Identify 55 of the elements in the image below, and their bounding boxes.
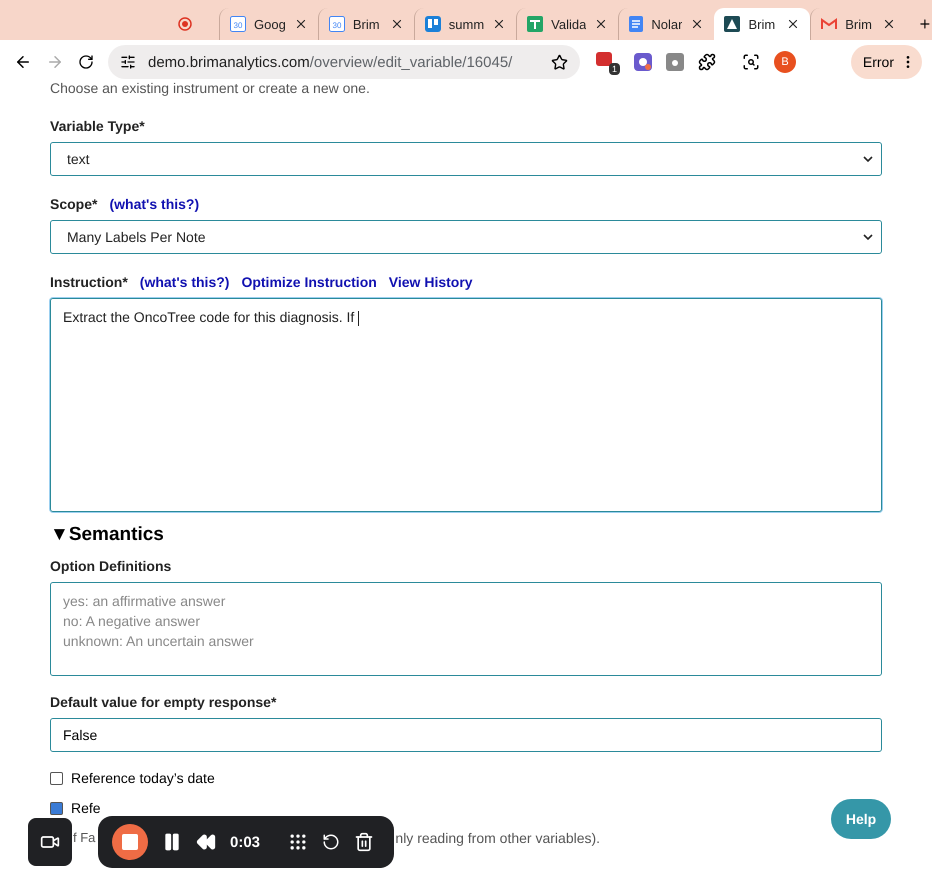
- stop-icon: [122, 834, 138, 850]
- extensions-icon[interactable]: [698, 53, 716, 71]
- note-text: f Fa: [73, 830, 96, 846]
- scope-select[interactable]: Many Labels Per Note: [50, 220, 882, 254]
- recording-time: 0:03: [230, 834, 260, 850]
- camera-button[interactable]: [28, 818, 72, 866]
- bookmark-star-icon[interactable]: [551, 54, 568, 70]
- mail-icon: [821, 18, 838, 30]
- help-link[interactable]: (what's this?): [109, 196, 200, 212]
- section-heading[interactable]: ▼Semantics: [50, 524, 882, 546]
- spreadsheet-icon: [527, 16, 544, 32]
- checkbox[interactable]: [50, 772, 63, 784]
- restart-icon[interactable]: [322, 833, 340, 851]
- extension-badge: 1: [608, 63, 620, 75]
- field-label: Default value for empty response*: [50, 694, 276, 710]
- trash-icon[interactable]: [354, 832, 374, 852]
- error-button[interactable]: Error: [850, 45, 922, 79]
- calendar-icon: 30: [328, 16, 345, 32]
- dropdown-caret-icon: [863, 156, 873, 162]
- extension-icon[interactable]: [594, 49, 614, 69]
- checkbox-label: Reference today’s date: [71, 770, 215, 786]
- calendar-icon: 30: [230, 16, 246, 32]
- address-bar[interactable]: demo.brimanalytics.com/overview/edit_variable/16045/: [108, 45, 580, 79]
- hub-extension-icon[interactable]: [666, 53, 684, 71]
- tab-search-icon[interactable]: [742, 53, 760, 71]
- mountain-logo-icon: [724, 16, 740, 32]
- instruction-field[interactable]: Extract the OncoTree code for this diagnosis. If: [50, 298, 882, 512]
- url-text: demo.brimanalytics.com/overview/edit_variable/16045/: [148, 54, 512, 70]
- grid-icon[interactable]: [288, 832, 308, 852]
- profile-avatar[interactable]: B: [774, 51, 796, 73]
- checkbox[interactable]: [50, 802, 63, 814]
- intro-text: Choose an existing instrument or create a new one.: [50, 80, 371, 98]
- default-value-field[interactable]: False: [50, 718, 882, 752]
- document-icon: [629, 16, 644, 32]
- field-label: Scope*: [50, 196, 98, 212]
- instruction-link[interactable]: (what's this?): [140, 274, 230, 290]
- reload-icon[interactable]: [78, 54, 94, 70]
- back-icon[interactable]: [14, 53, 32, 71]
- field-label: Option Definitions: [50, 558, 172, 574]
- record-icon: [178, 17, 192, 31]
- dropdown-caret-icon: [863, 234, 873, 240]
- field-label: Instruction*: [50, 274, 128, 290]
- site-settings-icon[interactable]: [120, 54, 136, 70]
- checkbox-label: Refe: [71, 800, 101, 816]
- stop-button[interactable]: [112, 824, 148, 860]
- instruction-link[interactable]: View History: [388, 274, 473, 290]
- option-definitions-field[interactable]: yes: an affirmative answer no: A negative answer unknown: An uncertain answer: [50, 582, 882, 676]
- field-label: Variable Type*: [50, 118, 145, 134]
- browser-tab[interactable]: Brim: [714, 8, 810, 40]
- board-icon: [424, 16, 441, 32]
- rewind-icon[interactable]: [196, 832, 216, 852]
- gear-extension-icon[interactable]: [634, 53, 652, 71]
- note-text: nly reading from other variables).: [395, 830, 600, 846]
- instruction-link[interactable]: Optimize Instruction: [241, 274, 377, 290]
- variable-type-select[interactable]: text: [50, 142, 882, 176]
